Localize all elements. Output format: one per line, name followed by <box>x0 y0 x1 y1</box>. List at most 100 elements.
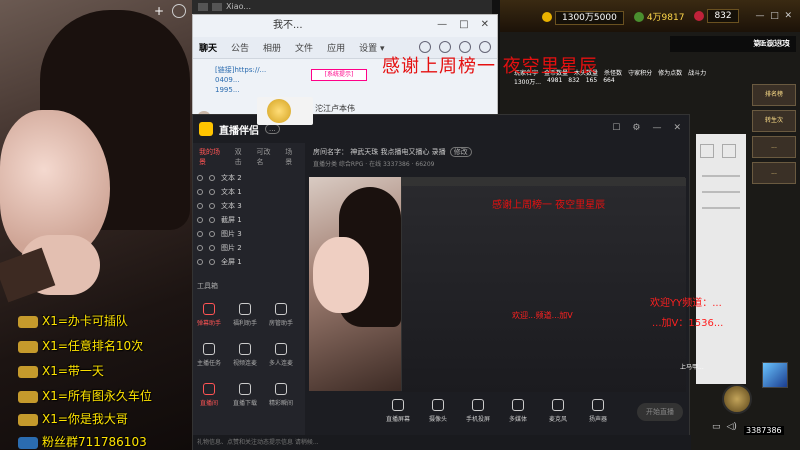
maximize-icon[interactable]: □ <box>459 19 468 30</box>
gift-icon <box>18 340 38 353</box>
chat-icon[interactable] <box>172 4 186 18</box>
live-room-button[interactable]: 直播间 <box>193 383 225 407</box>
layer-item[interactable]: 文本 3 <box>193 199 305 213</box>
close-icon[interactable]: ✕ <box>481 19 489 30</box>
scoreboard-cell: 4981 <box>547 77 563 84</box>
speaker-button[interactable]: 扬声器 <box>584 393 612 437</box>
monitor-icon <box>392 399 404 411</box>
tab-my-scene[interactable]: 我的场景 <box>199 147 227 167</box>
scoreboard-col: 杀怪数 <box>604 70 623 77</box>
layer-item[interactable]: 全屏 1 <box>193 255 305 269</box>
tab-rename[interactable]: 可改名 <box>256 147 277 167</box>
eye-icon[interactable] <box>197 189 203 195</box>
highlight-button[interactable]: 精彩瞬间 <box>265 383 297 407</box>
tab-files[interactable]: 文件 <box>295 41 313 54</box>
lock-icon[interactable] <box>209 203 215 209</box>
download-icon <box>239 383 251 395</box>
layer-item[interactable]: 文本 2 <box>193 171 305 185</box>
media-button[interactable]: 多媒体 <box>504 393 532 437</box>
phone-cast-button[interactable]: 手机投屏 <box>464 393 492 437</box>
eye-icon[interactable] <box>197 231 203 237</box>
skill-icon[interactable] <box>762 362 788 388</box>
tool-label: 主播任务 <box>196 360 221 367</box>
eye-icon[interactable] <box>197 245 203 251</box>
plus-icon[interactable]: + <box>154 4 164 18</box>
download-button[interactable]: 直播下载 <box>229 383 261 407</box>
minimize-icon[interactable]: — <box>755 11 764 21</box>
video-link-button[interactable]: 视频连麦 <box>229 343 261 367</box>
tool-label: 视频连麦 <box>232 360 257 367</box>
welfare-assistant-button[interactable]: 福利助手 <box>229 303 261 327</box>
gift-line: X1=办卡可插队 <box>18 312 128 329</box>
rank-button[interactable]: 排名榜 <box>752 84 796 106</box>
gift-text: X1=所有图永久车位 <box>42 389 152 403</box>
layer-item[interactable]: 截屏 1 <box>193 213 305 227</box>
tab-settings[interactable]: 设置 ▾ <box>359 41 384 54</box>
lock-icon[interactable] <box>209 259 215 265</box>
lock-icon[interactable] <box>209 175 215 181</box>
host-task-button[interactable]: 主播任务 <box>193 343 225 367</box>
tab-scene[interactable]: 场景 <box>285 147 299 167</box>
multi-link-button[interactable]: 多人连麦 <box>265 343 297 367</box>
yy-channel-overlay: 欢迎YY频道：... <box>650 298 722 309</box>
source-label: 摄像头 <box>428 416 447 423</box>
phone-icon <box>472 399 484 411</box>
source-toolbar: 直播屏幕 摄像头 手机投屏 多媒体 麦克风 扬声器 <box>305 393 691 437</box>
feedback-icon[interactable]: ☐ <box>612 123 620 133</box>
room-name-line: 房间名字： 神武天珠 我点播电又播心 录播 修改 <box>305 143 691 157</box>
chat-message-line[interactable]: [链接]https://... <box>215 65 266 75</box>
room-manager-button[interactable]: 房管助手 <box>265 303 297 327</box>
rebirth-button[interactable]: 转生次 <box>752 110 796 132</box>
video-icon[interactable]: ▭ <box>712 422 721 432</box>
game-emblem-icon[interactable] <box>722 384 752 414</box>
lock-icon[interactable] <box>209 217 215 223</box>
settings-icon[interactable]: ⚙ <box>632 123 640 133</box>
scene-tabs: 我的场景 双击 可改名 场景 <box>193 143 305 171</box>
brand-tag[interactable]: ... <box>265 124 280 134</box>
tab-apps[interactable]: 应用 <box>327 41 345 54</box>
layer-item[interactable]: 图片 3 <box>193 227 305 241</box>
microphone-button[interactable]: 麦克风 <box>544 393 572 437</box>
webcam-feed: + X1=办卡可插队 X1=任意排名10次 X1=带一天 X1=所有图永久车位 … <box>0 0 192 450</box>
close-icon[interactable]: ✕ <box>784 11 792 21</box>
edit-room-button[interactable]: 修改 <box>449 147 472 157</box>
app-icon <box>198 2 208 11</box>
eye-icon[interactable] <box>197 175 203 181</box>
minimize-icon[interactable]: — <box>652 123 661 133</box>
side-button[interactable]: ... <box>752 162 796 184</box>
eye-icon[interactable] <box>197 203 203 209</box>
camera-button[interactable]: 摄像头 <box>424 393 452 437</box>
danmu-assistant-button[interactable]: 弹幕助手 <box>193 303 225 327</box>
wave-indicator: 第6波进攻 00:00:05 <box>670 36 796 52</box>
lock-icon[interactable] <box>209 231 215 237</box>
minimize-icon[interactable]: — <box>437 19 447 30</box>
game-side-buttons: 排名榜 转生次 ... ... <box>752 84 796 188</box>
chat-message: [链接]https://... 0409... 1995... <box>215 65 266 95</box>
close-icon[interactable]: ✕ <box>673 123 681 133</box>
panel-icon[interactable] <box>722 144 736 158</box>
eye-icon[interactable] <box>197 259 203 265</box>
tab-notice[interactable]: 公告 <box>231 41 249 54</box>
system-tip-badge: [系统提示] <box>311 69 367 81</box>
tool-label: 房管助手 <box>268 320 293 327</box>
tab-album[interactable]: 相册 <box>263 41 281 54</box>
lock-icon[interactable] <box>209 189 215 195</box>
fans-group-text: 粉丝群711786103 <box>42 435 147 449</box>
start-live-button[interactable]: 开始直播 <box>637 403 683 421</box>
volume-slider[interactable] <box>702 175 740 177</box>
layer-item[interactable]: 图片 2 <box>193 241 305 255</box>
user-profile[interactable] <box>257 97 313 125</box>
layer-item[interactable]: 文本 1 <box>193 185 305 199</box>
tab-double-click[interactable]: 双击 <box>235 147 249 167</box>
panel-icon[interactable] <box>700 144 714 158</box>
lock-icon[interactable] <box>209 245 215 251</box>
volume-icon[interactable]: ◁) <box>727 422 737 432</box>
side-button[interactable]: ... <box>752 136 796 158</box>
tab-chat[interactable]: 聊天 <box>199 41 217 54</box>
eye-icon[interactable] <box>197 217 203 223</box>
qq-icon <box>18 436 38 449</box>
screen-capture-button[interactable]: 直播屏幕 <box>384 393 412 437</box>
volume-slider[interactable] <box>702 191 740 193</box>
volume-slider[interactable] <box>702 207 740 209</box>
maximize-icon[interactable]: □ <box>770 11 779 21</box>
